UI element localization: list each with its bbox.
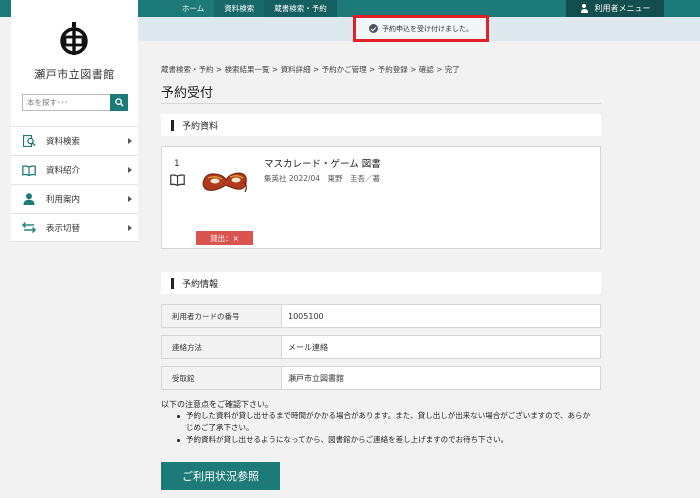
chevron-right-icon <box>128 167 132 173</box>
info-value: 瀬戸市立図書館 <box>288 373 344 383</box>
open-book-icon <box>22 164 36 176</box>
chevron-right-icon <box>128 225 132 231</box>
person-icon <box>22 193 36 205</box>
heading-bar <box>171 277 174 289</box>
search-button[interactable] <box>110 94 128 111</box>
book-icon <box>170 174 185 186</box>
search-icon <box>114 98 124 107</box>
item-number: 1 <box>174 159 180 169</box>
user-icon <box>580 4 589 13</box>
section-title: 予約資料 <box>182 121 219 132</box>
book-cover-image <box>202 172 247 193</box>
chevron-right-icon <box>128 138 132 144</box>
notice-text: 予約申込を受け付けました。 <box>382 24 473 33</box>
info-label: 連絡方法 <box>162 336 282 358</box>
tab-collection-reserve[interactable]: 蔵書検索・予約 <box>264 0 337 17</box>
tab-material-search[interactable]: 資料検索 <box>214 0 265 17</box>
lending-status-badge: 貸出：× <box>196 231 253 245</box>
item-publication-info: 集英社 2022/04 東野 圭吾／著 <box>264 174 381 183</box>
reserved-materials-heading: 予約資料 <box>161 114 601 136</box>
sidebar: 瀬戸市立図書館 資料検索 資料紹介 <box>11 0 138 242</box>
sidebar-item-label: 利用案内 <box>46 195 81 205</box>
info-row-pickup-library: 受取館 瀬戸市立図書館 <box>161 366 601 390</box>
list-item: 予約資料が貸し出せるようになってから、図書館からご連絡を差し上げますのでお待ち下… <box>177 434 597 446</box>
info-label: 利用者カードの番号 <box>162 305 282 327</box>
info-row-contact-method: 連絡方法 メール連絡 <box>161 335 601 359</box>
library-logo-icon <box>60 22 88 55</box>
section-title: 予約情報 <box>182 279 219 290</box>
sidebar-item-material-intro[interactable]: 資料紹介 <box>11 155 138 184</box>
library-name: 瀬戸市立図書館 <box>34 68 115 81</box>
tab-home[interactable]: ホーム <box>172 0 214 17</box>
notes-intro: 以下の注意点をご確認下さい。 <box>161 400 273 409</box>
chevron-right-icon <box>128 196 132 202</box>
user-menu-label: 利用者メニュー <box>594 4 651 13</box>
item-title[interactable]: マスカレード・ゲーム 図書 <box>264 156 381 170</box>
sidebar-item-display-switch[interactable]: 表示切替 <box>11 213 138 242</box>
sidebar-item-label: 表示切替 <box>46 223 81 234</box>
sidebar-item-usage-guide[interactable]: 利用案内 <box>11 184 138 213</box>
switch-arrows-icon <box>22 222 36 234</box>
breadcrumb: 蔵書検索・予約 > 検索結果一覧 > 資料詳細 > 予約かご管理 > 予約登録 … <box>161 65 460 74</box>
sidebar-nav: 資料検索 資料紹介 利用案内 表示切替 <box>11 126 138 242</box>
reservation-accepted-notice: 予約申込を受け付けました。 <box>353 15 489 42</box>
user-menu-button[interactable]: 利用者メニュー <box>566 0 664 17</box>
info-value: メール連絡 <box>288 342 328 352</box>
check-circle-icon <box>369 24 378 33</box>
info-value: 1005100 <box>288 311 324 321</box>
title-divider <box>161 103 601 104</box>
usage-status-button[interactable]: ご利用状況参照 <box>161 462 280 490</box>
sidebar-item-label: 資料検索 <box>46 137 81 147</box>
info-row-card-number: 利用者カードの番号 1005100 <box>161 304 601 328</box>
sidebar-item-label: 資料紹介 <box>46 166 81 176</box>
list-item: 予約した資料が貸し出せるまで時間がかかる場合があります。また、貸し出しが出来ない… <box>177 410 597 434</box>
reservation-info-heading: 予約情報 <box>161 272 601 294</box>
notes-list: 予約した資料が貸し出せるまで時間がかかる場合があります。また、貸し出しが出来ない… <box>177 410 597 446</box>
sidebar-search <box>22 94 128 111</box>
search-book-icon <box>22 135 36 147</box>
info-label: 受取館 <box>162 367 282 389</box>
page-title: 予約受付 <box>161 86 214 101</box>
reserved-item-card: 1 マスカレード・ゲーム 図書 集英社 2022/04 東野 圭吾／著 貸出：× <box>161 146 601 249</box>
top-breadcrumb-tabs: ホーム 資料検索 蔵書検索・予約 <box>172 0 337 17</box>
search-input[interactable] <box>22 94 110 111</box>
heading-bar <box>171 119 174 131</box>
sidebar-item-material-search[interactable]: 資料検索 <box>11 126 138 155</box>
